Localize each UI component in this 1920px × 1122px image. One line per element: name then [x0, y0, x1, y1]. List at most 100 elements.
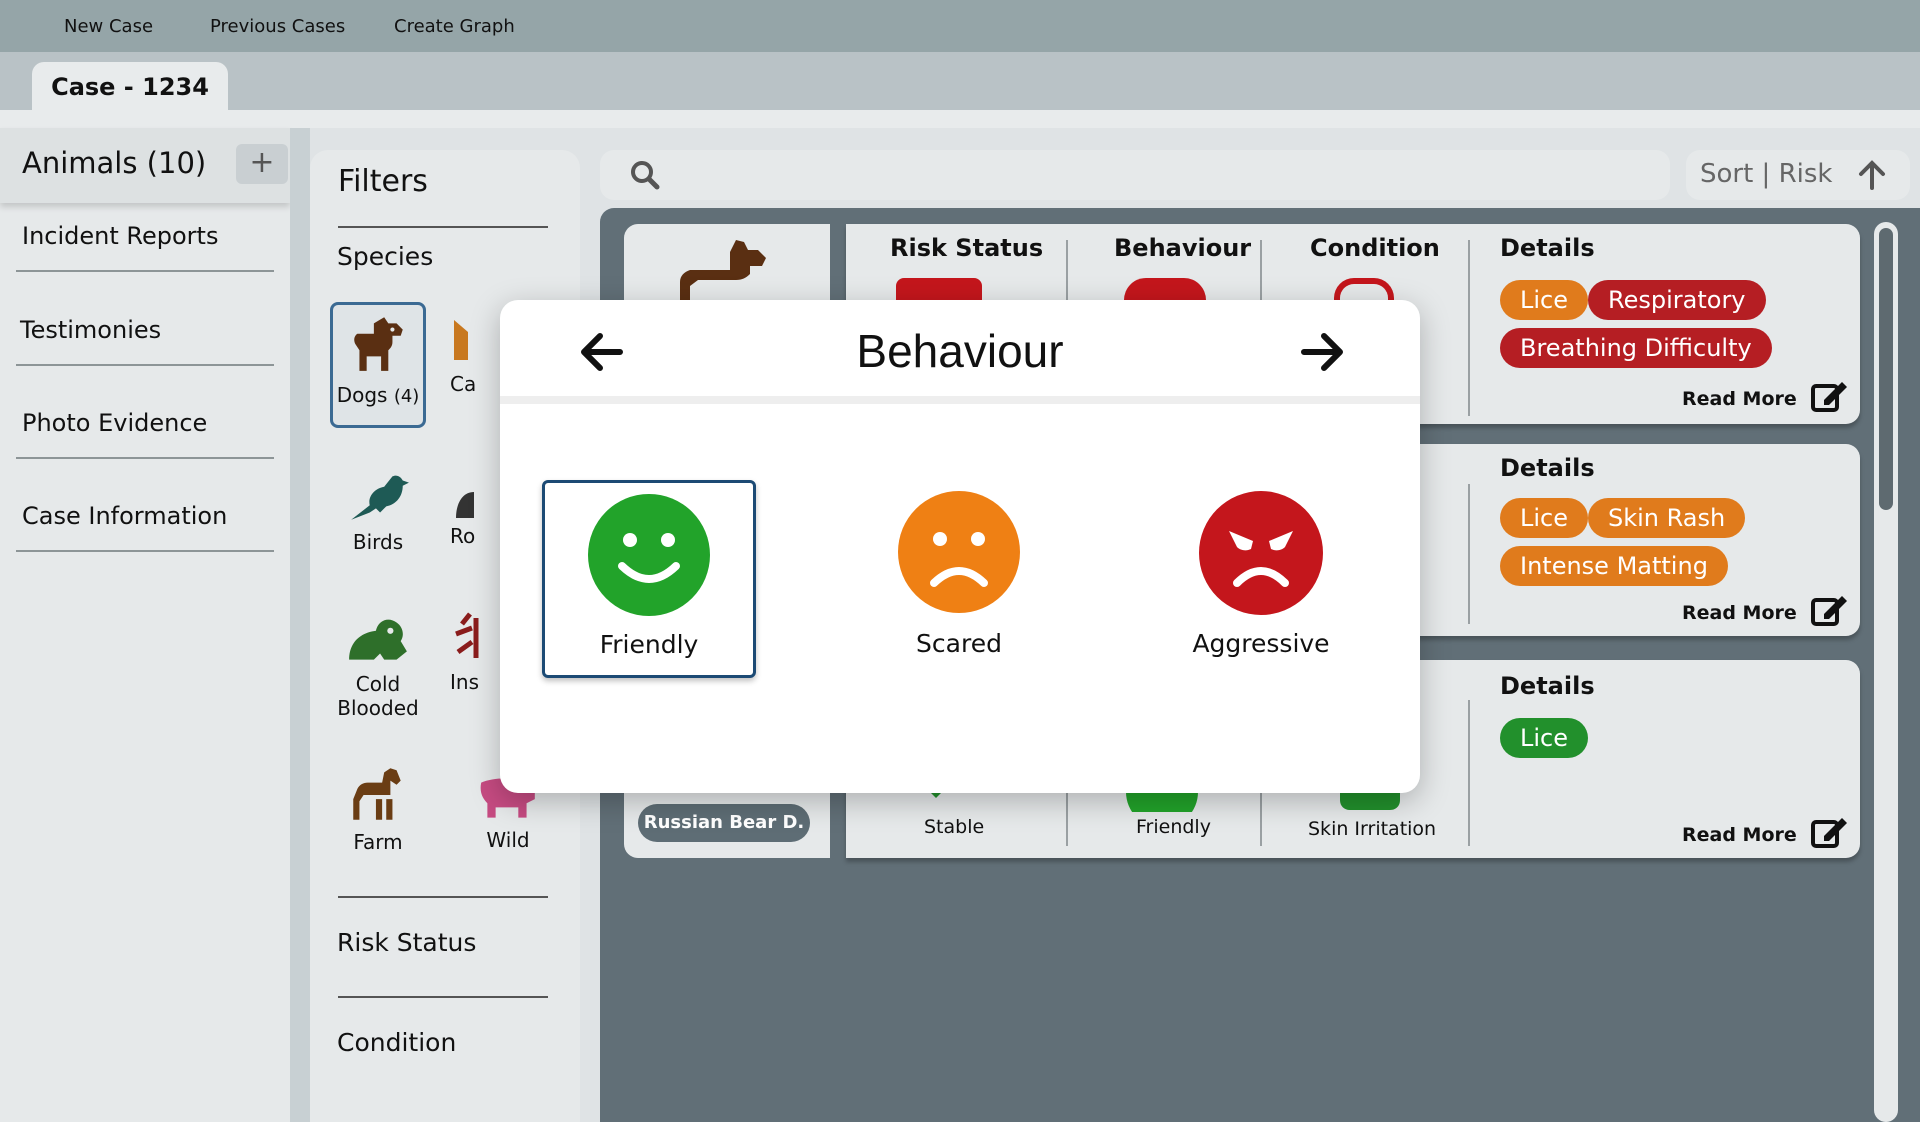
- behaviour-value: Friendly: [1136, 816, 1211, 838]
- edit-icon[interactable]: [1810, 814, 1848, 850]
- condition-header: Condition: [1310, 234, 1440, 262]
- species-birds[interactable]: Birds: [330, 468, 426, 554]
- species-label-wild: Wild: [486, 828, 530, 852]
- sad-face-icon: [898, 491, 1020, 613]
- sidebar-item-label: Photo Evidence: [22, 409, 208, 437]
- dog-icon: [680, 240, 766, 306]
- tag-breathing-difficulty: Breathing Difficulty: [1500, 328, 1772, 368]
- species-label-farm: Farm: [353, 830, 403, 854]
- species-label-cats: Ca: [450, 372, 477, 396]
- scrollbar-thumb[interactable]: [1879, 228, 1893, 510]
- species-label-cold-blooded: Cold Blooded: [337, 672, 419, 720]
- filter-condition[interactable]: Condition: [337, 1028, 456, 1057]
- tag-lice: Lice: [1500, 280, 1588, 320]
- species-label-birds: Birds: [352, 530, 404, 554]
- behaviour-header: Behaviour: [1114, 234, 1252, 262]
- happy-face-icon: [588, 494, 710, 616]
- sidebar-item-label: Testimonies: [20, 316, 162, 344]
- behaviour-modal: Behaviour Friendly Scared Aggressive: [500, 300, 1420, 793]
- sidebar-item-case-information[interactable]: Case Information: [16, 502, 274, 552]
- arrow-right-icon[interactable]: [1300, 330, 1346, 374]
- tag-lice: Lice: [1500, 498, 1588, 538]
- sidebar-item-testimonies[interactable]: Testimonies: [16, 316, 274, 366]
- search-input[interactable]: [600, 150, 1670, 200]
- happy-face-icon: [1126, 792, 1198, 812]
- nav-new-case[interactable]: New Case: [64, 16, 153, 37]
- option-aggressive[interactable]: Aggressive: [1154, 480, 1368, 678]
- species-insects[interactable]: Ins: [450, 608, 486, 694]
- option-scared[interactable]: Scared: [852, 480, 1066, 678]
- species-count-dogs: (4): [393, 386, 420, 407]
- option-label-scared: Scared: [916, 629, 1002, 658]
- sidebar-item-incident-reports[interactable]: Incident Reports: [16, 222, 274, 272]
- condition-icon: [1340, 792, 1400, 810]
- sidebar-header: Animals (10) +: [0, 128, 290, 203]
- details-header: Details: [1500, 454, 1595, 482]
- details-header: Details: [1500, 234, 1595, 262]
- condition-value: Skin Irritation: [1308, 818, 1437, 840]
- angry-face-icon: [1124, 278, 1206, 300]
- read-more-link[interactable]: Read More: [1682, 824, 1797, 846]
- search-icon: [631, 161, 660, 190]
- cat-icon: [454, 320, 468, 360]
- species-label-dogs: Dogs: [336, 383, 388, 407]
- species-label-insects: Ins: [450, 670, 479, 694]
- sort-button[interactable]: Sort | Risk: [1686, 150, 1910, 200]
- horse-icon: [353, 768, 401, 820]
- edit-icon[interactable]: [1810, 378, 1848, 414]
- sidebar-item-label: Incident Reports: [22, 222, 219, 250]
- risk-value: Stable: [924, 816, 985, 838]
- option-label-friendly: Friendly: [599, 630, 699, 659]
- sidebar-title: Animals (10): [22, 146, 207, 180]
- nav-create-graph[interactable]: Create Graph: [394, 16, 515, 37]
- option-friendly[interactable]: Friendly: [542, 480, 756, 678]
- divider: [1468, 700, 1470, 846]
- frog-icon: [349, 619, 407, 660]
- bird-icon: [351, 475, 409, 520]
- species-farm[interactable]: Farm: [330, 764, 426, 854]
- divider: [1468, 240, 1470, 416]
- plus-icon[interactable]: +: [236, 144, 288, 184]
- option-label-aggressive: Aggressive: [1192, 629, 1330, 658]
- tag-respiratory: Respiratory: [1588, 280, 1766, 320]
- species-label: Species: [337, 242, 434, 271]
- species-dogs[interactable]: Dogs (4): [330, 302, 426, 428]
- tab-underline: [0, 110, 1920, 128]
- tag-skin-rash: Skin Rash: [1588, 498, 1746, 538]
- read-more-link[interactable]: Read More: [1682, 388, 1797, 410]
- sort-label: Sort | Risk: [1700, 159, 1833, 189]
- details-header: Details: [1500, 672, 1595, 700]
- risk-status-icon: [896, 278, 982, 300]
- sidebar: Animals (10) + Incident Reports Testimon…: [0, 128, 290, 1122]
- tab-strip: [0, 52, 1920, 110]
- dog-icon: [354, 317, 403, 371]
- sidebar-item-photo-evidence[interactable]: Photo Evidence: [16, 409, 274, 459]
- modal-title: Behaviour: [856, 325, 1064, 377]
- nav-previous-cases[interactable]: Previous Cases: [210, 16, 345, 37]
- risk-status-header: Risk Status: [890, 234, 1044, 262]
- sidebar-item-label: Case Information: [22, 502, 228, 530]
- read-more-link[interactable]: Read More: [1682, 602, 1797, 624]
- filters-title: Filters: [338, 164, 428, 199]
- arrow-up-icon: [1859, 160, 1885, 190]
- angry-face-icon: [1199, 491, 1323, 615]
- edit-icon[interactable]: [1810, 592, 1848, 628]
- tag-intense-matting: Intense Matting: [1500, 546, 1728, 586]
- divider: [1468, 484, 1470, 624]
- modal-header: Behaviour: [500, 300, 1420, 404]
- species-label-rodents: Ro: [450, 524, 476, 548]
- insect-icon: [455, 612, 479, 658]
- species-cats[interactable]: Ca: [450, 310, 480, 396]
- filter-risk-status[interactable]: Risk Status: [337, 928, 476, 957]
- animal-name-badge: Russian Bear D.: [638, 804, 810, 842]
- panel-divider: [290, 128, 310, 1122]
- divider: [338, 996, 548, 998]
- divider: [338, 226, 548, 228]
- species-cold-blooded[interactable]: Cold Blooded: [330, 610, 426, 720]
- rodent-icon: [456, 492, 474, 518]
- species-rodents[interactable]: Ro: [450, 478, 480, 548]
- condition-icon: [1334, 278, 1394, 300]
- divider: [338, 896, 548, 898]
- tag-lice: Lice: [1500, 718, 1588, 758]
- case-tab[interactable]: Case - 1234: [32, 62, 228, 112]
